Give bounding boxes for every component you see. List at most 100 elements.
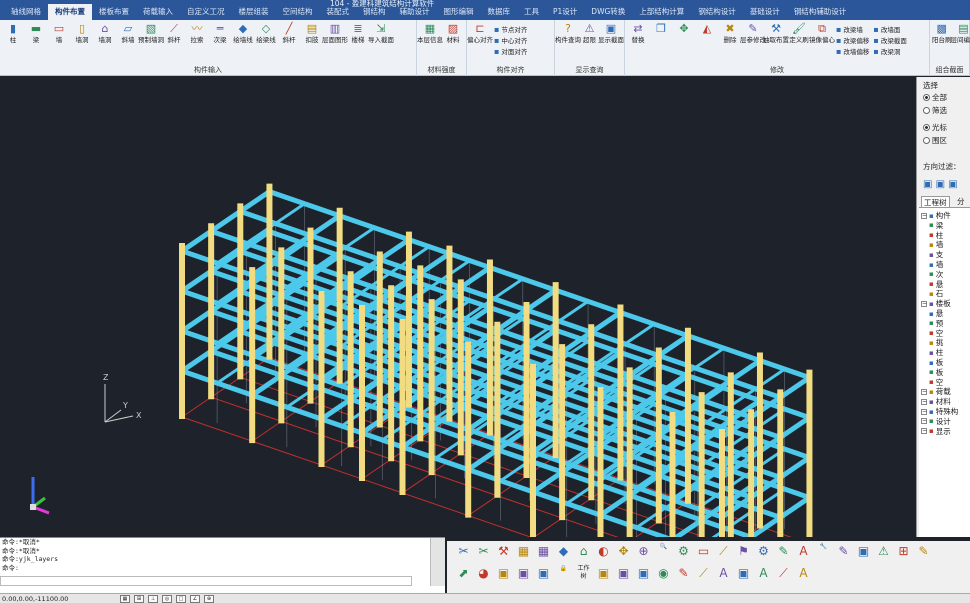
dyn-toggle-icon[interactable]: ⊕ xyxy=(204,594,214,603)
tool-button-1-19[interactable]: ✎ xyxy=(835,543,852,560)
tab-2[interactable]: 楼板布置 xyxy=(92,4,136,20)
tool-button-1-10[interactable]: 🔍 xyxy=(655,543,672,560)
ribbon-button-0-3[interactable]: ▯ 墙洞 xyxy=(71,22,93,45)
tab-6[interactable]: 空间结构 xyxy=(276,4,320,20)
tool-button-2-2[interactable]: ▣ xyxy=(495,565,512,582)
ribbon-side-button-4-1[interactable]: ▪ 改墙面 xyxy=(873,25,906,35)
tool-button-1-6[interactable]: ⌂ xyxy=(575,543,592,560)
tool-button-1-4[interactable]: ▦ xyxy=(535,543,552,560)
ribbon-side-button-2-0[interactable]: ▪ 节点对齐 xyxy=(494,25,527,35)
ribbon-button-4-8[interactable]: ⧉ 镜像偏心 xyxy=(809,22,835,60)
tool-button-2-6[interactable]: 工作树 xyxy=(575,565,592,582)
tool-button-1-12[interactable]: ▭ xyxy=(695,543,712,560)
ribbon-side-button-4-2[interactable]: ▪ 改梁偏移 xyxy=(836,36,869,46)
ribbon-button-0-14[interactable]: ▥ 层面图形 xyxy=(322,22,348,45)
ribbon-button-0-7[interactable]: ⟋ 斜杆 xyxy=(163,22,185,45)
tool-button-1-21[interactable]: ⚠ xyxy=(875,543,892,560)
tool-button-2-5[interactable]: 🔒 xyxy=(555,565,572,582)
tool-button-1-8[interactable]: ✥ xyxy=(615,543,632,560)
tab-other[interactable]: 分 xyxy=(957,196,965,207)
tree-item[interactable]: − ▪ 显示 xyxy=(921,426,951,437)
ribbon-button-3-1[interactable]: ⚠ 超限 xyxy=(580,22,599,45)
ribbon-side-button-2-1[interactable]: ▪ 中心对齐 xyxy=(494,36,527,46)
tool-button-2-12[interactable]: ⟋ xyxy=(695,565,712,582)
ribbon-button-4-5[interactable]: ✎ 层参修改 xyxy=(740,22,766,60)
tool-button-2-1[interactable]: ◕ xyxy=(475,565,492,582)
pick-window-radio[interactable]: 围区 xyxy=(923,135,947,146)
ribbon-button-1-0[interactable]: ▦ 本层信息 xyxy=(417,22,443,45)
tool-button-1-16[interactable]: ✎ xyxy=(775,543,792,560)
tool-button-1-9[interactable]: ⊕ xyxy=(635,543,652,560)
tab-16[interactable]: 钢结构设计 xyxy=(691,4,743,20)
tab-17[interactable]: 基础设计 xyxy=(743,4,787,20)
expand-icon[interactable]: − xyxy=(921,418,927,425)
tool-button-2-15[interactable]: A xyxy=(755,565,772,582)
ribbon-button-3-0[interactable]: ? 构件查询 xyxy=(555,22,581,45)
tab-3[interactable]: 荷载输入 xyxy=(136,4,180,20)
tab-13[interactable]: P1设计 xyxy=(546,4,584,20)
osnap-toggle-icon[interactable]: □ xyxy=(176,594,186,603)
tool-button-2-16[interactable]: ⟋ xyxy=(775,565,792,582)
tab-10[interactable]: 图形编辑 xyxy=(437,4,481,20)
grid-toggle-icon[interactable]: ▦ xyxy=(120,594,130,603)
tab-5[interactable]: 楼层组装 xyxy=(232,4,276,20)
tab-12[interactable]: 工具 xyxy=(517,4,546,20)
expand-icon[interactable]: − xyxy=(921,300,927,307)
ribbon-button-0-9[interactable]: ═ 次梁 xyxy=(209,22,231,45)
expand-icon[interactable]: − xyxy=(921,428,927,435)
ribbon-button-0-10[interactable]: ◆ 绘墙线 xyxy=(232,22,254,45)
tab-4[interactable]: 自定义工况 xyxy=(180,4,232,20)
tool-button-2-7[interactable]: ▣ xyxy=(595,565,612,582)
tool-button-1-0[interactable]: ✂ xyxy=(455,543,472,560)
tool-button-1-5[interactable]: ◆ xyxy=(555,543,572,560)
ribbon-button-5-1[interactable]: ▤层间编辑 xyxy=(951,22,970,45)
ribbon-button-0-13[interactable]: ▤ 扣肢 xyxy=(301,22,323,45)
tool-button-2-8[interactable]: ▣ xyxy=(615,565,632,582)
tool-button-2-0[interactable]: ⬈ xyxy=(455,565,472,582)
tab-0[interactable]: 轴线网格 xyxy=(4,4,48,20)
ribbon-button-4-3[interactable]: ◭ xyxy=(696,22,718,60)
tool-button-1-17[interactable]: A xyxy=(795,543,812,560)
tool-button-2-13[interactable]: A xyxy=(715,565,732,582)
tool-button-2-17[interactable]: A xyxy=(795,565,812,582)
ribbon-button-2-0[interactable]: ⊏ 偏心对齐 xyxy=(467,22,493,60)
tool-button-2-10[interactable]: ◉ xyxy=(655,565,672,582)
ribbon-side-button-2-2[interactable]: ▪ 对面对齐 xyxy=(494,47,527,57)
ribbon-button-0-2[interactable]: ▭ 墙 xyxy=(48,22,70,45)
ribbon-button-0-16[interactable]: ⇲ 导入截面 xyxy=(368,22,394,45)
ribbon-button-1-1[interactable]: ▨ 材料 xyxy=(442,22,464,45)
ribbon-button-0-6[interactable]: ▧ 预制墙洞 xyxy=(138,22,164,45)
ribbon-side-button-4-0[interactable]: ▪ 改梁墙 xyxy=(836,25,869,35)
ribbon-button-0-1[interactable]: ▬ 梁 xyxy=(25,22,47,45)
ribbon-button-4-4[interactable]: ✖ 删除 xyxy=(719,22,741,60)
expand-icon[interactable]: − xyxy=(921,212,927,219)
ribbon-button-4-6[interactable]: ⚒ 抽取布置 xyxy=(763,22,789,60)
tool-button-1-15[interactable]: ⚙ xyxy=(755,543,772,560)
ribbon-button-0-15[interactable]: ≣ 楼梯 xyxy=(347,22,369,45)
tool-button-1-1[interactable]: ✂ xyxy=(475,543,492,560)
tab-1[interactable]: 构件布置 xyxy=(48,4,92,20)
tool-button-1-22[interactable]: ⊞ xyxy=(895,543,912,560)
tool-button-2-4[interactable]: ▣ xyxy=(535,565,552,582)
expand-icon[interactable]: − xyxy=(921,408,927,415)
pick-cursor-radio[interactable]: 光标 xyxy=(923,122,947,133)
select-all-radio[interactable]: 全部 xyxy=(923,92,947,103)
expand-icon[interactable]: − xyxy=(921,388,927,395)
ribbon-button-4-7[interactable]: 🖌 定义刷 xyxy=(788,22,810,60)
tool-button-2-3[interactable]: ▣ xyxy=(515,565,532,582)
tab-15[interactable]: 上部结构计算 xyxy=(632,4,691,20)
ribbon-button-0-4[interactable]: ⌂ 墙洞 xyxy=(94,22,116,45)
model-viewport[interactable]: Z YX xyxy=(0,77,916,537)
ribbon-button-4-1[interactable]: ❐ xyxy=(650,22,672,60)
expand-icon[interactable]: − xyxy=(921,398,927,405)
snap-toggle-icon[interactable]: ⊞ xyxy=(134,594,144,603)
tool-button-1-11[interactable]: ⚙ xyxy=(675,543,692,560)
tab-14[interactable]: DWG转换 xyxy=(584,4,632,20)
otrack-toggle-icon[interactable]: ∠ xyxy=(190,594,200,603)
tool-button-1-23[interactable]: ✎ xyxy=(915,543,932,560)
ribbon-button-0-0[interactable]: ▮ 柱 xyxy=(2,22,24,45)
command-scrollbar[interactable] xyxy=(430,538,445,586)
ribbon-button-5-0[interactable]: ▩ 阳台刷 xyxy=(932,22,952,45)
tool-button-1-3[interactable]: ▦ xyxy=(515,543,532,560)
tool-button-1-13[interactable]: ⟋ xyxy=(715,543,732,560)
